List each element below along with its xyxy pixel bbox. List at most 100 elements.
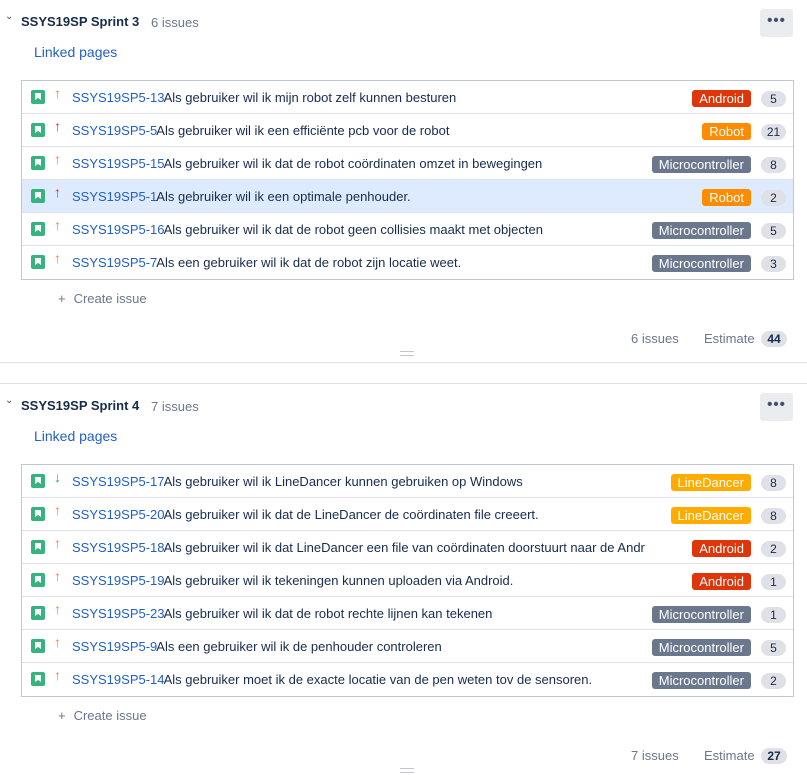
more-button[interactable]: ••• — [760, 393, 793, 421]
issue-row[interactable]: ↑ SSYS19SP5-9 Als een gebruiker wil ik de … — [22, 630, 793, 663]
estimate-label: Estimate — [704, 331, 755, 346]
create-issue-label: Create issue — [73, 291, 147, 306]
create-issue-label: Create issue — [73, 708, 147, 723]
sprint-title: SSYS19SP Sprint 4 — [21, 398, 140, 413]
issue-key-link[interactable]: SSYS19SP5-5 — [72, 123, 157, 138]
story-points-badge: 2 — [761, 190, 786, 206]
issue-key-link[interactable]: SSYS19SP5-15 — [72, 156, 165, 171]
issue-summary: Als gebruiker wil ik dat de LineDancer d… — [163, 507, 539, 522]
priority-medium-icon: ↑ — [54, 535, 61, 551]
story-icon — [31, 222, 45, 236]
epic-label[interactable]: LineDancer — [670, 507, 751, 524]
issue-key-link[interactable]: SSYS19SP5-23 — [72, 606, 165, 621]
issue-row[interactable]: ↑ SSYS19SP5-14 Als gebruiker moet ik de ex… — [22, 663, 793, 696]
issue-key-link[interactable]: SSYS19SP5-18 — [72, 540, 165, 555]
issue-row[interactable]: ↑ SSYS19SP5-19 Als gebruiker wil ik tekeni… — [22, 564, 793, 597]
story-icon — [31, 156, 45, 170]
footer-issue-count: 7 issues — [631, 748, 679, 763]
plus-icon: + — [58, 291, 66, 306]
issue-row[interactable]: ↑ SSYS19SP5-5 Als gebruiker wil ik een eff… — [22, 114, 793, 147]
priority-high-icon: ↑ — [54, 184, 61, 200]
epic-label[interactable]: LineDancer — [670, 474, 751, 491]
sprint-section: ⌄ SSYS19SP Sprint 4 7 issues ••• Linked … — [0, 384, 807, 775]
issue-summary: Als gebruiker wil ik een optimale penhou… — [156, 189, 411, 204]
chevron-down-icon[interactable]: ⌄ — [5, 396, 15, 406]
issue-key-link[interactable]: SSYS19SP5-14 — [72, 672, 165, 687]
story-points-badge: 1 — [761, 607, 786, 623]
epic-label[interactable]: Microcontroller — [651, 606, 751, 623]
epic-label[interactable]: Robot — [702, 123, 751, 140]
issue-summary: Als gebruiker wil ik dat de robot rechte… — [163, 606, 493, 621]
issue-key-link[interactable]: SSYS19SP5-19 — [72, 573, 165, 588]
issue-row[interactable]: ↑ SSYS19SP5-16 Als gebruiker wil ik dat de… — [22, 213, 793, 246]
story-icon — [31, 255, 45, 269]
epic-label[interactable]: Microcontroller — [651, 672, 751, 689]
epic-label[interactable]: Microcontroller — [651, 222, 751, 239]
priority-medium-icon: ↑ — [54, 601, 61, 617]
epic-label[interactable]: Android — [692, 540, 751, 557]
story-points-badge: 21 — [761, 124, 786, 140]
issue-summary: Als gebruiker moet ik de exacte locatie … — [163, 672, 593, 687]
story-icon — [31, 90, 45, 104]
chevron-down-icon[interactable]: ⌄ — [5, 12, 15, 22]
priority-high-icon: ↑ — [54, 118, 61, 134]
epic-label[interactable]: Microcontroller — [651, 255, 751, 272]
issue-list: ↓ SSYS19SP5-17 Als gebruiker wil ik LineDa… — [21, 464, 794, 697]
priority-medium-icon: ↑ — [54, 634, 61, 650]
more-button[interactable]: ••• — [760, 9, 793, 37]
story-points-badge: 3 — [761, 256, 786, 272]
linked-pages-link[interactable]: Linked pages — [34, 44, 117, 60]
story-icon — [31, 639, 45, 653]
story-points-badge: 1 — [761, 574, 786, 590]
epic-label[interactable]: Microcontroller — [651, 639, 751, 656]
create-issue-button[interactable]: + Create issue — [58, 291, 147, 306]
issue-summary: Als een gebruiker wil ik dat de robot zi… — [156, 255, 462, 270]
resize-handle[interactable] — [400, 768, 414, 773]
sprint-header[interactable]: ⌄ SSYS19SP Sprint 4 7 issues ••• — [0, 384, 807, 424]
epic-label[interactable]: Android — [692, 90, 751, 107]
story-points-badge: 5 — [761, 91, 786, 107]
story-points-badge: 2 — [761, 541, 786, 557]
issue-summary: Als gebruiker wil ik dat LineDancer een … — [163, 540, 645, 555]
section-divider — [0, 362, 807, 363]
story-icon — [31, 507, 45, 521]
issue-row[interactable]: ↑ SSYS19SP5-7 Als een gebruiker wil ik dat… — [22, 246, 793, 279]
issue-row[interactable]: ↑ SSYS19SP5-18 Als gebruiker wil ik dat Li… — [22, 531, 793, 564]
priority-medium-icon: ↑ — [54, 151, 61, 167]
create-issue-button[interactable]: + Create issue — [58, 708, 147, 723]
issue-row[interactable]: ↑ SSYS19SP5-13 Als gebruiker wil ik mijn r… — [22, 81, 793, 114]
issue-key-link[interactable]: SSYS19SP5-9 — [72, 639, 157, 654]
linked-pages-link[interactable]: Linked pages — [34, 428, 117, 444]
issue-key-link[interactable]: SSYS19SP5-1 — [72, 189, 157, 204]
resize-handle[interactable] — [400, 351, 414, 356]
story-icon — [31, 123, 45, 137]
priority-medium-icon: ↑ — [54, 217, 61, 233]
issue-key-link[interactable]: SSYS19SP5-20 — [72, 507, 165, 522]
epic-label[interactable]: Microcontroller — [651, 156, 751, 173]
story-points-badge: 8 — [761, 475, 786, 491]
issue-row[interactable]: ↑ SSYS19SP5-23 Als gebruiker wil ik dat de… — [22, 597, 793, 630]
issue-row[interactable]: ↑ SSYS19SP5-20 Als gebruiker wil ik dat de… — [22, 498, 793, 531]
estimate-label: Estimate — [704, 748, 755, 763]
issue-summary: Als gebruiker wil ik LineDancer kunnen g… — [163, 474, 523, 489]
issue-summary: Als gebruiker wil ik dat de robot coördi… — [163, 156, 543, 171]
issue-row[interactable]: ↑ SSYS19SP5-15 Als gebruiker wil ik dat de… — [22, 147, 793, 180]
priority-medium-icon: ↑ — [54, 85, 61, 101]
story-points-badge: 2 — [761, 673, 786, 689]
issue-summary: Als gebruiker wil ik tekeningen kunnen u… — [163, 573, 514, 588]
issue-row[interactable]: ↓ SSYS19SP5-17 Als gebruiker wil ik LineDa… — [22, 465, 793, 498]
issue-key-link[interactable]: SSYS19SP5-17 — [72, 474, 165, 489]
issue-key-link[interactable]: SSYS19SP5-16 — [72, 222, 165, 237]
story-points-badge: 8 — [761, 508, 786, 524]
epic-label[interactable]: Robot — [702, 189, 751, 206]
issue-key-link[interactable]: SSYS19SP5-13 — [72, 90, 165, 105]
issue-key-link[interactable]: SSYS19SP5-7 — [72, 255, 157, 270]
sprint-header[interactable]: ⌄ SSYS19SP Sprint 3 6 issues ••• — [0, 0, 807, 40]
story-points-badge: 5 — [761, 640, 786, 656]
story-icon — [31, 540, 45, 554]
estimate-total: 44 — [761, 331, 787, 347]
epic-label[interactable]: Android — [692, 573, 751, 590]
issue-summary: Als gebruiker wil ik mijn robot zelf kun… — [163, 90, 457, 105]
story-points-badge: 5 — [761, 223, 786, 239]
issue-row[interactable]: ↑ SSYS19SP5-1 Als gebruiker wil ik een opt… — [22, 180, 793, 213]
